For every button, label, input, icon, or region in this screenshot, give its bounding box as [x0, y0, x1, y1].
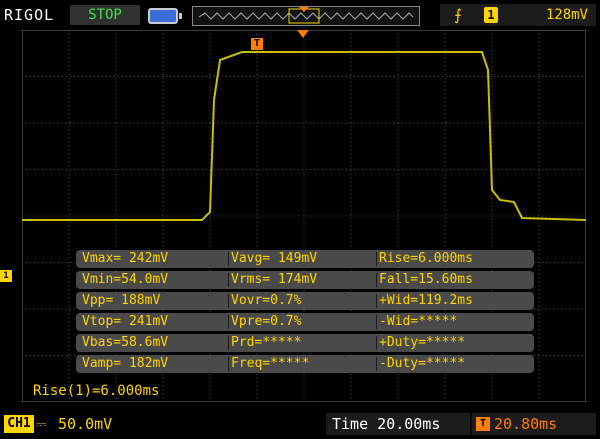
column-divider — [376, 336, 377, 350]
column-divider — [228, 273, 229, 287]
measurement-value: Vbas=58.6mV — [82, 335, 169, 350]
brand-logo: RIGOL — [4, 6, 55, 24]
column-divider — [228, 336, 229, 350]
measurement-value: +Duty=***** — [379, 335, 466, 350]
horizontal-offset-value: 20.80ms — [494, 415, 558, 433]
measurement-value: Vpp= 188mV — [82, 293, 161, 308]
measurement-value: Fall=15.60ms — [379, 272, 473, 287]
memory-depth-indicator — [192, 6, 420, 26]
column-divider — [228, 357, 229, 371]
measurement-value: Rise=6.000ms — [379, 251, 473, 266]
measurement-row: Vmax= 242mV Vavg= 149mV Rise=6.000ms — [76, 250, 534, 268]
measurement-value: Prd=***** — [231, 335, 302, 350]
measurement-value: Vamp= 182mV — [82, 356, 169, 371]
dc-coupling-icon: ⎓ — [36, 417, 47, 432]
column-divider — [376, 273, 377, 287]
timebase-value: Time 20.00ms — [332, 415, 441, 433]
battery-icon — [148, 8, 182, 24]
channel1-ground-marker: 1 — [0, 270, 12, 282]
measurement-table: Vmax= 242mV Vavg= 149mV Rise=6.000ms Vmin=5… — [76, 250, 534, 376]
measurement-value: Freq=***** — [231, 356, 310, 371]
timebase-setting[interactable]: Time 20.00ms — [326, 413, 470, 435]
trigger-settings[interactable]: ⨍ 1 128mV — [440, 4, 596, 26]
column-divider — [228, 252, 229, 266]
measurement-value: Vrms= 174mV — [231, 272, 318, 287]
measurement-row: Vamp= 182mV Freq=***** -Duty=***** — [76, 355, 534, 373]
run-stop-button[interactable]: STOP — [70, 5, 140, 25]
trigger-offset-icon: T — [476, 417, 490, 431]
channel1-scale: 50.0mV — [58, 415, 113, 433]
column-divider — [376, 357, 377, 371]
channel1-badge[interactable]: CH1 — [4, 415, 34, 433]
column-divider — [376, 315, 377, 329]
rising-edge-icon: ⨍ — [454, 6, 462, 24]
measurement-value: Vovr=0.7% — [231, 293, 302, 308]
horizontal-offset[interactable]: T 20.80ms — [472, 413, 596, 435]
measurement-row: Vbas=58.6mV Prd=***** +Duty=***** — [76, 334, 534, 352]
measurement-row: Vmin=54.0mV Vrms= 174mV Fall=15.60ms — [76, 271, 534, 289]
measurement-value: +Wid=119.2ms — [379, 293, 473, 308]
column-divider — [376, 252, 377, 266]
trigger-channel-badge: 1 — [484, 7, 498, 23]
measurement-value: Vmin=54.0mV — [82, 272, 169, 287]
rise-readout: Rise(1)=6.000ms — [33, 383, 160, 399]
measurement-value: Vpre=0.7% — [231, 314, 302, 329]
measurement-value: Vtop= 241mV — [82, 314, 169, 329]
measurement-row: Vtop= 241mV Vpre=0.7% -Wid=***** — [76, 313, 534, 331]
column-divider — [228, 315, 229, 329]
measurement-value: Vmax= 242mV — [82, 251, 169, 266]
measurement-value: -Wid=***** — [379, 314, 458, 329]
measurement-row: Vpp= 188mV Vovr=0.7% +Wid=119.2ms — [76, 292, 534, 310]
measurement-value: -Duty=***** — [379, 356, 466, 371]
measurement-value: Vavg= 149mV — [231, 251, 318, 266]
bottom-status-bar: CH1 ⎓ 50.0mV Time 20.00ms T 20.80ms — [0, 409, 600, 439]
top-status-bar: RIGOL STOP ⨍ 1 128mV — [0, 0, 600, 30]
memory-waveform-icon — [198, 7, 414, 24]
trigger-arrow-icon — [297, 30, 309, 38]
trigger-position-marker: T — [251, 38, 263, 50]
column-divider — [228, 294, 229, 308]
column-divider — [376, 294, 377, 308]
trigger-level: 128mV — [545, 7, 588, 23]
